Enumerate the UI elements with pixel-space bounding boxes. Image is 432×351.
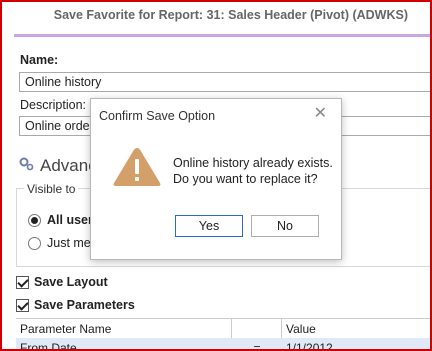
column-header[interactable]: Parameter Name xyxy=(16,319,232,339)
dialog-title: Confirm Save Option xyxy=(99,109,216,123)
name-field[interactable]: Online history xyxy=(19,72,430,92)
value-cell[interactable]: 1/1/2012 xyxy=(282,338,430,349)
save-parameters-label: Save Parameters xyxy=(34,298,135,312)
checkbox-checked[interactable] xyxy=(16,298,29,312)
radio-just-me[interactable]: Just me xyxy=(28,236,91,250)
save-layout-label: Save Layout xyxy=(34,275,108,289)
parameter-name-cell: From Date xyxy=(20,341,77,351)
window-title: Save Favorite for Report: 31: Sales Head… xyxy=(53,8,408,22)
save-favorite-window: Save Favorite for Report: 31: Sales Head… xyxy=(0,0,432,351)
radio-just-me-label: Just me xyxy=(47,236,91,250)
radio-dot-selected[interactable] xyxy=(28,213,41,227)
parameters-table-header: Parameter Name Value xyxy=(16,318,430,340)
close-icon[interactable]: ✕ xyxy=(314,105,327,123)
column-header[interactable]: Value xyxy=(282,319,430,339)
save-layout-checkbox[interactable]: Save Layout xyxy=(16,275,108,289)
confirm-save-dialog: Confirm Save Option ✕ Online history alr… xyxy=(90,98,342,260)
radio-dot[interactable] xyxy=(28,236,41,250)
save-parameters-checkbox[interactable]: Save Parameters xyxy=(16,298,135,312)
title-accent-bar xyxy=(14,34,430,37)
no-button[interactable]: No xyxy=(251,215,319,237)
checkbox-checked[interactable] xyxy=(16,275,29,289)
description-label: Description: xyxy=(20,98,86,112)
name-label: Name: xyxy=(20,53,59,67)
gear-icon xyxy=(18,155,34,176)
dialog-message: Online history already exists. Do you wa… xyxy=(173,155,333,187)
dialog-message-line2: Do you want to replace it? xyxy=(173,172,318,186)
column-header[interactable] xyxy=(232,319,282,339)
visible-to-label: Visible to xyxy=(24,182,79,196)
warning-icon xyxy=(111,145,163,192)
dialog-message-line1: Online history already exists. xyxy=(173,156,333,170)
table-row[interactable]: From Date = 1/1/2012 xyxy=(16,338,430,351)
operator-cell: = xyxy=(253,341,261,351)
yes-button[interactable]: Yes xyxy=(175,215,243,237)
